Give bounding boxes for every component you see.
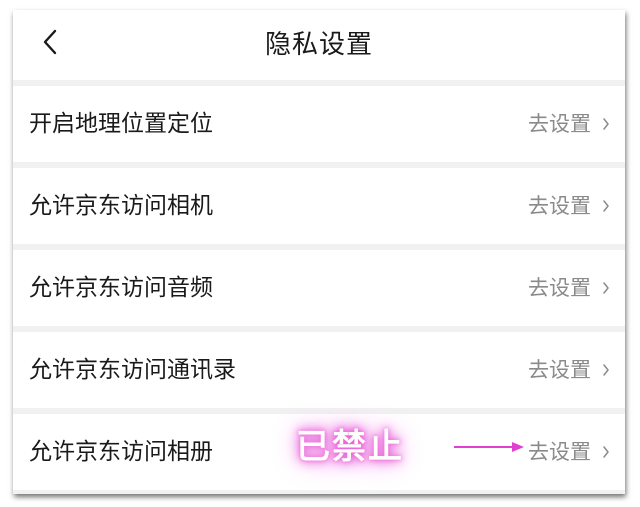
setting-label: 允许京东访问相机 — [29, 193, 213, 219]
setting-label: 开启地理位置定位 — [29, 111, 213, 137]
setting-label: 允许京东访问通讯录 — [29, 357, 236, 383]
setting-row-camera[interactable]: 允许京东访问相机 去设置 — [13, 168, 625, 244]
annotation-label: 已禁止 — [296, 427, 404, 467]
go-settings-link[interactable]: 去设置 — [528, 250, 591, 326]
page-title: 隐私设置 — [264, 30, 373, 60]
chevron-right-icon — [603, 118, 609, 130]
setting-label: 允许京东访问相册 — [29, 439, 213, 465]
header-bar: 隐私设置 — [13, 10, 625, 80]
setting-row-location[interactable]: 开启地理位置定位 去设置 — [13, 86, 625, 162]
back-button[interactable] — [35, 24, 65, 60]
setting-row-contacts[interactable]: 允许京东访问通讯录 去设置 — [13, 332, 625, 408]
arrow-right-icon — [454, 442, 524, 452]
chevron-right-icon — [603, 364, 609, 376]
go-settings-link[interactable]: 去设置 — [528, 332, 591, 408]
go-settings-link[interactable]: 去设置 — [528, 168, 591, 244]
chevron-right-icon — [603, 200, 609, 212]
go-settings-link[interactable]: 去设置 — [528, 414, 591, 490]
chevron-right-icon — [603, 282, 609, 294]
chevron-left-icon — [43, 29, 57, 55]
setting-label: 允许京东访问音频 — [29, 275, 213, 301]
go-settings-link[interactable]: 去设置 — [528, 86, 591, 162]
setting-row-audio[interactable]: 允许京东访问音频 去设置 — [13, 250, 625, 326]
divider — [13, 490, 625, 494]
chevron-right-icon — [603, 446, 609, 458]
